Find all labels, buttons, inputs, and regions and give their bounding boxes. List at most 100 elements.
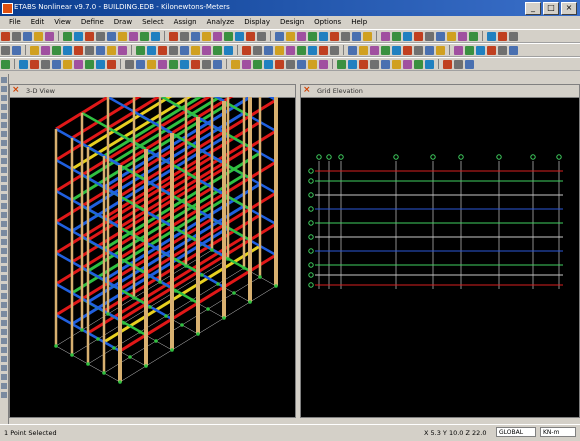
toolbar-tool-icon[interactable] (180, 32, 189, 41)
toolbar-tool-icon[interactable] (286, 32, 295, 41)
toolbar-tool-icon[interactable] (498, 32, 507, 41)
toolbar-tool-icon[interactable] (330, 32, 339, 41)
toolbar-tool-icon[interactable] (1, 60, 10, 69)
side-tool-icon[interactable] (1, 266, 7, 272)
side-tool-icon[interactable] (1, 221, 7, 227)
base-support[interactable] (200, 273, 204, 277)
toolbar-tool-icon[interactable] (403, 32, 412, 41)
toolbar-tool-icon[interactable] (118, 32, 127, 41)
side-tool-icon[interactable] (1, 311, 7, 317)
side-tool-icon[interactable] (1, 392, 7, 398)
menu-design[interactable]: Design (275, 16, 309, 29)
toolbar-tool-icon[interactable] (297, 46, 306, 55)
side-tool-icon[interactable] (1, 329, 7, 335)
toolbar-tool-icon[interactable] (436, 46, 445, 55)
toolbar-tool-icon[interactable] (476, 46, 485, 55)
base-support[interactable] (206, 307, 210, 311)
story-bubble[interactable] (308, 234, 314, 240)
toolbar-tool-icon[interactable] (341, 32, 350, 41)
menu-analyze[interactable]: Analyze (202, 16, 240, 29)
base-support[interactable] (70, 353, 74, 357)
side-tool-icon[interactable] (1, 257, 7, 263)
view-3d-window[interactable]: × 3-D View (9, 84, 296, 418)
toolbar-tool-icon[interactable] (403, 46, 412, 55)
story-bubble[interactable] (308, 262, 314, 268)
toolbar-tool-icon[interactable] (469, 32, 478, 41)
side-tool-icon[interactable] (1, 77, 7, 83)
toolbar-tool-icon[interactable] (107, 46, 116, 55)
toolbar-tool-icon[interactable] (348, 60, 357, 69)
base-support[interactable] (242, 266, 246, 270)
toolbar-tool-icon[interactable] (107, 60, 116, 69)
base-support[interactable] (190, 298, 194, 302)
toolbar-tool-icon[interactable] (363, 32, 372, 41)
toolbar-tool-icon[interactable] (487, 32, 496, 41)
toolbar-tool-icon[interactable] (297, 32, 306, 41)
toolbar-tool-icon[interactable] (23, 32, 32, 41)
base-support[interactable] (112, 346, 116, 350)
side-tool-icon[interactable] (1, 248, 7, 254)
side-tool-icon[interactable] (1, 194, 7, 200)
toolbar-tool-icon[interactable] (246, 32, 255, 41)
base-support[interactable] (248, 300, 252, 304)
toolbar-tool-icon[interactable] (381, 60, 390, 69)
coord-system-select[interactable]: GLOBAL (496, 427, 536, 437)
toolbar-tool-icon[interactable] (319, 60, 328, 69)
toolbar-tool-icon[interactable] (158, 60, 167, 69)
toolbar-tool-icon[interactable] (454, 60, 463, 69)
grid-bubble[interactable] (326, 154, 332, 160)
toolbar-tool-icon[interactable] (74, 60, 83, 69)
base-support[interactable] (96, 337, 100, 341)
grid-bubble[interactable] (430, 154, 436, 160)
side-tool-icon[interactable] (1, 302, 7, 308)
toolbar-tool-icon[interactable] (443, 60, 452, 69)
view-elevation-window[interactable]: × Grid Elevation (300, 84, 580, 418)
story-bubble[interactable] (308, 178, 314, 184)
toolbar-tool-icon[interactable] (63, 32, 72, 41)
toolbar-tool-icon[interactable] (275, 32, 284, 41)
base-support[interactable] (138, 330, 142, 334)
base-support[interactable] (54, 344, 58, 348)
close-icon[interactable]: × (12, 86, 21, 95)
story-bubble[interactable] (308, 220, 314, 226)
toolbar-tool-icon[interactable] (348, 46, 357, 55)
maximize-button[interactable]: □ (543, 2, 559, 15)
toolbar-tool-icon[interactable] (52, 60, 61, 69)
menu-select[interactable]: Select (137, 16, 169, 29)
toolbar-tool-icon[interactable] (30, 60, 39, 69)
side-tool-icon[interactable] (1, 356, 7, 362)
toolbar-tool-icon[interactable] (359, 60, 368, 69)
toolbar-tool-icon[interactable] (370, 60, 379, 69)
toolbar-tool-icon[interactable] (264, 60, 273, 69)
toolbar-tool-icon[interactable] (447, 32, 456, 41)
base-support[interactable] (148, 305, 152, 309)
toolbar-tool-icon[interactable] (169, 46, 178, 55)
toolbar-tool-icon[interactable] (242, 60, 251, 69)
story-bubble[interactable] (308, 206, 314, 212)
toolbar-tool-icon[interactable] (129, 32, 138, 41)
toolbar-tool-icon[interactable] (85, 46, 94, 55)
toolbar-tool-icon[interactable] (202, 32, 211, 41)
toolbar-tool-icon[interactable] (286, 60, 295, 69)
units-select[interactable]: KN-m (540, 427, 576, 437)
toolbar-tool-icon[interactable] (180, 60, 189, 69)
toolbar-tool-icon[interactable] (118, 46, 127, 55)
toolbar-tool-icon[interactable] (85, 60, 94, 69)
base-support[interactable] (132, 296, 136, 300)
toolbar-tool-icon[interactable] (151, 32, 160, 41)
base-support[interactable] (118, 380, 122, 384)
toolbar-tool-icon[interactable] (147, 46, 156, 55)
base-support[interactable] (170, 348, 174, 352)
toolbar-tool-icon[interactable] (85, 32, 94, 41)
toolbar-tool-icon[interactable] (136, 46, 145, 55)
toolbar-tool-icon[interactable] (158, 46, 167, 55)
close-button[interactable]: × (561, 2, 577, 15)
side-tool-icon[interactable] (1, 365, 7, 371)
story-bubble[interactable] (308, 282, 314, 288)
toolbar-tool-icon[interactable] (63, 46, 72, 55)
base-support[interactable] (106, 312, 110, 316)
toolbar-tool-icon[interactable] (465, 46, 474, 55)
base-support[interactable] (122, 321, 126, 325)
toolbar-tool-icon[interactable] (213, 46, 222, 55)
base-support[interactable] (80, 328, 84, 332)
